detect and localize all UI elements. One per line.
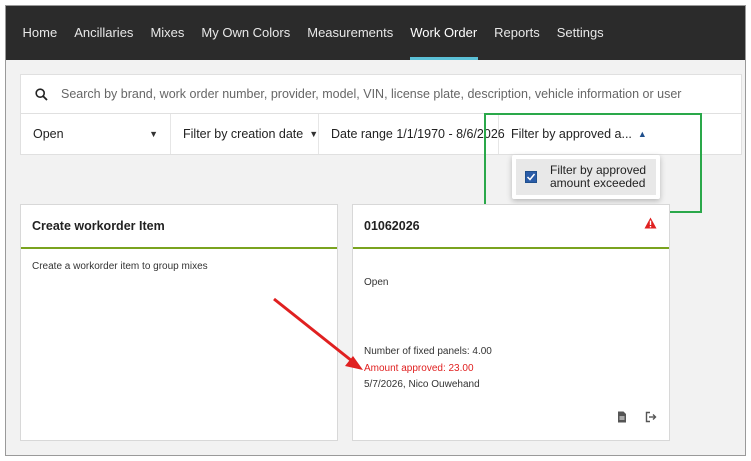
caret-down-icon: ▼ <box>149 129 158 139</box>
create-workorder-card[interactable]: Create workorder Item Create a workorder… <box>20 204 338 441</box>
nav-settings[interactable]: Settings <box>548 6 612 60</box>
creation-date-filter[interactable]: Filter by creation date ▼ <box>171 114 319 154</box>
nav-measurements[interactable]: Measurements <box>299 6 402 60</box>
fixed-panels-count: Number of fixed panels: 4.00 <box>364 346 492 357</box>
nav-mixes[interactable]: Mixes <box>142 6 193 60</box>
status-filter[interactable]: Open ▼ <box>21 114 171 154</box>
date-range-filter-label: Date range 1/1/1970 - 8/6/2026 <box>331 127 505 141</box>
warning-icon <box>644 217 657 232</box>
date-range-filter[interactable]: Date range 1/1/1970 - 8/6/2026 <box>319 114 505 154</box>
nav-ancillaries[interactable]: Ancillaries <box>66 6 142 60</box>
amount-approved: Amount approved: 23.00 <box>364 363 474 374</box>
nav-home[interactable]: Home <box>14 6 66 60</box>
workorder-status: Open <box>364 277 389 288</box>
document-icon[interactable] <box>617 410 627 428</box>
caret-down-icon: ▼ <box>309 129 319 139</box>
workorder-meta: 5/7/2026, Nico Ouwehand <box>364 379 480 390</box>
nav-my-own-colors[interactable]: My Own Colors <box>193 6 299 60</box>
nav-reports[interactable]: Reports <box>486 6 549 60</box>
card-actions <box>617 410 657 428</box>
workorder-number: 01062026 <box>364 219 420 233</box>
search-icon <box>21 74 61 114</box>
app-window: Home Ancillaries Mixes My Own Colors Mea… <box>5 5 746 456</box>
logout-icon[interactable] <box>645 410 657 428</box>
search-input[interactable] <box>61 87 721 101</box>
card-title: 01062026 <box>353 205 669 249</box>
creation-date-filter-label: Filter by creation date <box>183 127 304 141</box>
top-navigation: Home Ancillaries Mixes My Own Colors Mea… <box>6 6 745 60</box>
card-title: Create workorder Item <box>21 205 337 249</box>
card-description: Create a workorder item to group mixes <box>32 261 208 272</box>
nav-work-order[interactable]: Work Order <box>402 6 486 60</box>
highlight-box <box>484 113 702 213</box>
search-bar <box>20 74 742 114</box>
status-filter-label: Open <box>33 127 64 141</box>
workorder-card[interactable]: 01062026 Open Number of fixed panels: 4.… <box>352 204 670 441</box>
